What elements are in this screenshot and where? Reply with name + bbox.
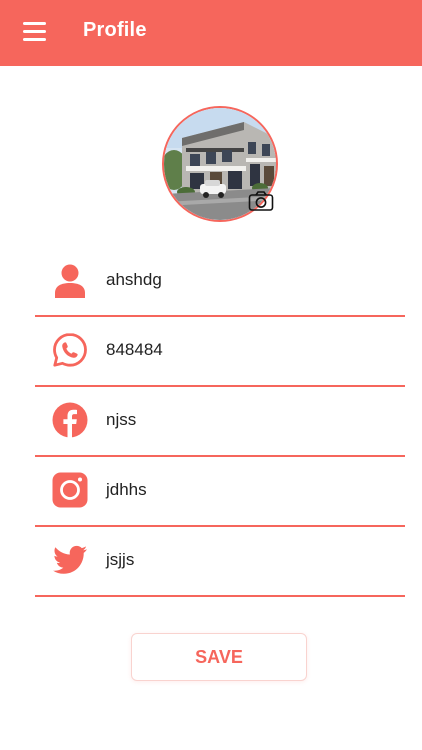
hamburger-menu-icon[interactable] xyxy=(20,20,50,44)
facebook-field-row[interactable]: njss xyxy=(35,387,405,457)
facebook-icon xyxy=(52,402,88,438)
twitter-icon xyxy=(52,542,88,578)
profile-avatar-container xyxy=(162,106,278,222)
name-field-row[interactable]: ahshdg xyxy=(35,247,405,317)
save-button[interactable]: SAVE xyxy=(131,633,307,681)
whatsapp-field-row[interactable]: 848484 xyxy=(35,317,405,387)
page-title: Profile xyxy=(83,19,147,41)
instagram-icon xyxy=(52,472,88,508)
camera-icon[interactable] xyxy=(248,190,274,212)
name-value[interactable]: ahshdg xyxy=(106,270,162,290)
facebook-value[interactable]: njss xyxy=(106,410,136,430)
twitter-field-row[interactable]: jsjjs xyxy=(35,527,405,597)
app-header: Profile xyxy=(0,0,422,66)
whatsapp-icon xyxy=(52,332,88,368)
instagram-field-row[interactable]: jdhhs xyxy=(35,457,405,527)
instagram-value[interactable]: jdhhs xyxy=(106,480,147,500)
twitter-value[interactable]: jsjjs xyxy=(106,550,134,570)
whatsapp-value[interactable]: 848484 xyxy=(106,340,163,360)
user-icon xyxy=(52,262,88,298)
